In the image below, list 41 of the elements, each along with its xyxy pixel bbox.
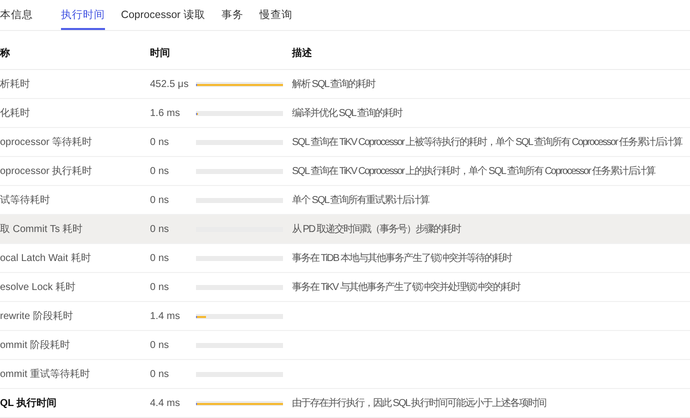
description-cell-text: 单个 SQL 查询所有重试累计后计算: [292, 194, 430, 207]
time-cell-text: 0 ns: [150, 252, 170, 264]
time-cell-text: 4.4 ms: [150, 398, 182, 408]
tab[interactable]: 慢查询: [259, 0, 292, 30]
name-cell-text: ocal Latch Wait 耗时: [0, 252, 92, 265]
name-cell-text: esolve Lock 耗时: [0, 280, 77, 294]
name-cell-text: 试等待耗时: [0, 194, 51, 207]
tab[interactable]: Coprocessor 读取: [121, 0, 206, 30]
description-cell-text: SQL 查询在 TiKV Coprocessor 上被等待执行的耗时，单个 SQL 查询所有 Coprocessor 任务累计后计算: [292, 136, 684, 149]
time-cell-text: 0 ns: [150, 224, 170, 234]
description-cell-text: 从 PD 取递交时间戳（事务号）步骤的耗时: [292, 222, 462, 236]
time-cell-text: 1.4 ms: [150, 310, 182, 322]
name-cell-text: oprocessor 执行耗时: [0, 164, 94, 178]
name-cell-text: oprocessor 等待耗时: [0, 136, 94, 149]
name-cell-text: ommit 阶段耗时: [0, 338, 71, 352]
name-cell-text: 析耗时: [0, 78, 31, 91]
time-cell-text: 0 ns: [150, 368, 170, 380]
description-cell-text: 解析 SQL 查询的耗时: [292, 78, 377, 91]
tab[interactable]: 事务: [221, 0, 244, 30]
column-header: 描述: [292, 46, 313, 60]
description-cell-text: 由于存在并行执行，因此 SQL 执行时间可能远小于上述各项时间: [292, 396, 548, 410]
time-cell-text: 0 ns: [150, 340, 170, 350]
time-cell-text: 1.6 ms: [150, 108, 182, 118]
column-header: 时间: [150, 46, 171, 60]
time-cell-text: 452.5 μs: [150, 78, 190, 90]
description-cell-text: 事务在 TiKV 与其他事务产生了锁冲突并处理锁冲突的耗时: [292, 280, 522, 294]
time-cell-text: 0 ns: [150, 166, 170, 176]
time-cell-text: 0 ns: [150, 136, 170, 148]
time-cell-text: 0 ns: [150, 194, 170, 206]
name-cell-text: ommit 重试等待耗时: [0, 368, 91, 381]
tab[interactable]: 本信息: [0, 0, 33, 30]
name-cell-text: 化耗时: [0, 106, 31, 120]
tab[interactable]: 执行时间: [61, 0, 105, 30]
description-cell-text: 编译并优化 SQL 查询的耗时: [292, 106, 404, 120]
name-cell-text: QL 执行时间: [0, 396, 58, 410]
name-cell-text: rewrite 阶段耗时: [0, 310, 74, 323]
name-cell-text: 取 Commit Ts 耗时: [0, 222, 84, 236]
column-header: 称: [0, 46, 11, 60]
time-cell-text: 0 ns: [150, 282, 170, 292]
description-cell-text: 事务在 TiDB 本地与其他事务产生了锁冲突并等待的耗时: [292, 252, 513, 265]
description-cell-text: SQL 查询在 TiKV Coprocessor 上的执行耗时，单个 SQL 查询所有 Coprocessor 任务累计后计算: [292, 164, 656, 178]
